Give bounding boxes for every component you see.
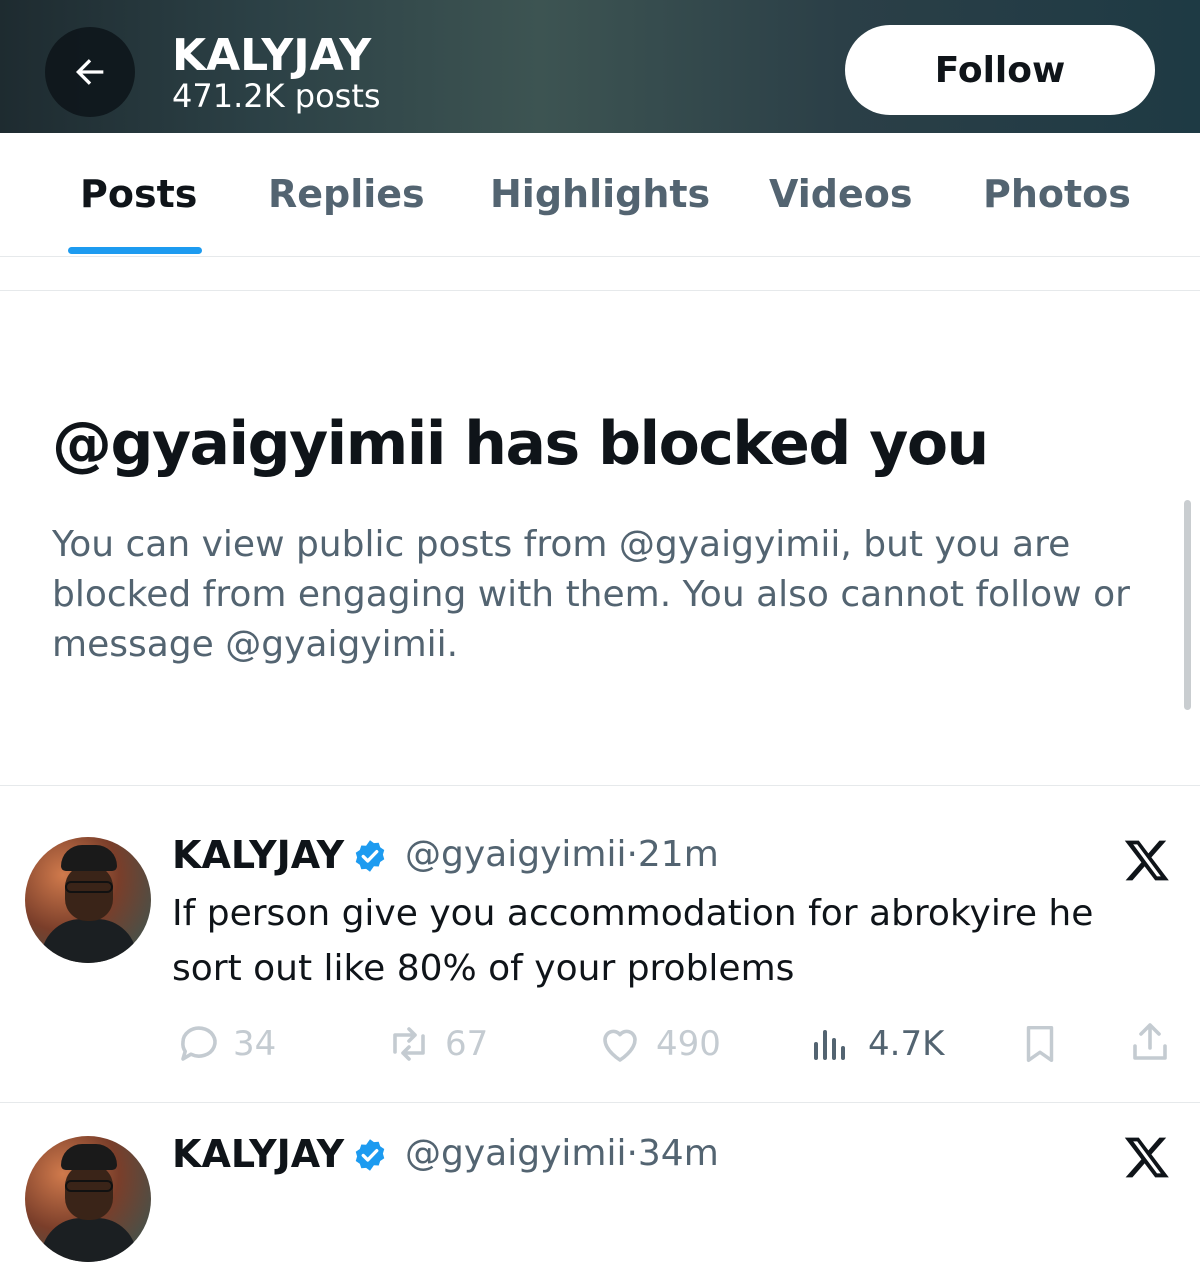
reply-count: 34 bbox=[233, 1024, 277, 1064]
views-count: 4.7K bbox=[868, 1024, 945, 1064]
post-time[interactable]: 34m bbox=[638, 1133, 719, 1174]
bookmark-icon bbox=[1026, 1025, 1054, 1063]
tab-videos[interactable]: Videos bbox=[769, 171, 912, 217]
post-meta: @gyaigyimii·34m bbox=[405, 1131, 719, 1177]
post-author-name[interactable]: KALYJAY bbox=[172, 1131, 344, 1177]
separator: · bbox=[626, 834, 638, 875]
post[interactable]: KALYJAY @gyaigyimii·34m bbox=[0, 1103, 1200, 1262]
profile-name: KALYJAY bbox=[172, 30, 372, 81]
reply-icon bbox=[181, 1026, 217, 1061]
like-icon bbox=[603, 1029, 637, 1062]
like-button[interactable]: 490 bbox=[596, 1020, 721, 1068]
repost-button[interactable]: 67 bbox=[385, 1020, 488, 1068]
profile-tabs: Posts Replies Highlights Videos Photos bbox=[0, 133, 1200, 257]
views-button[interactable]: 4.7K bbox=[806, 1020, 944, 1068]
separator: · bbox=[626, 1133, 638, 1174]
post-meta: @gyaigyimii·21m bbox=[405, 832, 719, 878]
bookmark-button[interactable] bbox=[1017, 1020, 1063, 1068]
post[interactable]: KALYJAY @gyaigyimii·21m If person give y… bbox=[0, 786, 1200, 1102]
blocked-title: @gyaigyimii has blocked you bbox=[52, 409, 989, 479]
share-icon bbox=[1133, 1023, 1167, 1060]
verified-badge-icon bbox=[355, 1139, 385, 1171]
avatar[interactable] bbox=[25, 837, 151, 963]
active-tab-indicator bbox=[68, 247, 202, 254]
repost-count: 67 bbox=[445, 1024, 489, 1064]
post-count: 471.2K posts bbox=[172, 77, 381, 115]
reply-button[interactable]: 34 bbox=[175, 1020, 276, 1068]
post-handle[interactable]: @gyaigyimii bbox=[405, 834, 626, 875]
divider bbox=[0, 290, 1200, 291]
profile-header: KALYJAY 471.2K posts Follow bbox=[0, 0, 1200, 133]
avatar[interactable] bbox=[25, 1136, 151, 1262]
tab-photos[interactable]: Photos bbox=[983, 171, 1131, 217]
tab-posts[interactable]: Posts bbox=[80, 171, 197, 217]
post-time[interactable]: 21m bbox=[638, 834, 719, 875]
like-count: 490 bbox=[656, 1024, 721, 1064]
tab-highlights[interactable]: Highlights bbox=[490, 171, 710, 217]
tab-replies[interactable]: Replies bbox=[268, 171, 425, 217]
post-text: If person give you accommodation for abr… bbox=[172, 893, 1094, 989]
post-handle[interactable]: @gyaigyimii bbox=[405, 1133, 626, 1174]
repost-icon bbox=[393, 1027, 425, 1061]
x-logo-icon[interactable] bbox=[1122, 1133, 1172, 1181]
x-logo-icon[interactable] bbox=[1122, 836, 1172, 884]
follow-button[interactable]: Follow bbox=[845, 25, 1155, 115]
back-button[interactable] bbox=[45, 27, 135, 117]
post-author-name[interactable]: KALYJAY bbox=[172, 832, 344, 878]
views-icon bbox=[814, 1030, 845, 1060]
verified-badge-icon bbox=[355, 840, 385, 872]
share-button[interactable] bbox=[1126, 1018, 1174, 1066]
arrow-left-icon bbox=[76, 59, 104, 85]
blocked-message: You can view public posts from @gyaigyim… bbox=[52, 524, 1130, 665]
scrollbar[interactable] bbox=[1184, 500, 1191, 710]
